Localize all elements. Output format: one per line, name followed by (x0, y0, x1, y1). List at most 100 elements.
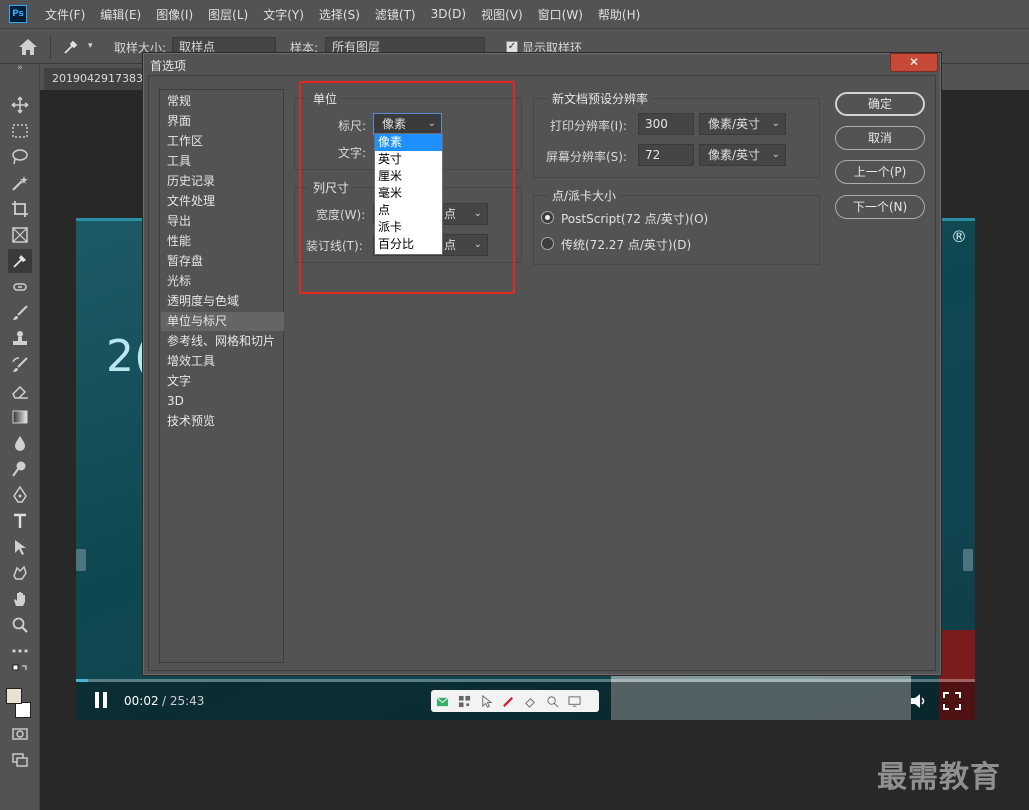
sidebar-item-general[interactable]: 常规 (161, 92, 284, 111)
sidebar-item-export[interactable]: 导出 (161, 212, 284, 231)
sidebar-item-plugins[interactable]: 增效工具 (161, 352, 284, 371)
more-tools-icon[interactable] (8, 639, 32, 663)
menu-3d[interactable]: 3D(D) (431, 7, 466, 21)
dialog-title: 首选项 (150, 59, 187, 73)
options-separator (50, 35, 51, 59)
menu-edit[interactable]: 编辑(E) (100, 6, 141, 23)
new-doc-resolution-group-label: 新文档预设分辨率 (548, 90, 653, 107)
traditional-radio[interactable] (541, 237, 554, 250)
menu-window[interactable]: 窗口(W) (538, 6, 583, 23)
hand-tool-icon[interactable] (8, 587, 32, 611)
next-button[interactable]: 下一个(N) (835, 195, 925, 219)
menu-help[interactable]: 帮助(H) (598, 6, 640, 23)
sidebar-item-workspace[interactable]: 工作区 (161, 132, 284, 151)
gradient-tool-icon[interactable] (8, 405, 32, 429)
screen-mode-icon[interactable] (8, 748, 32, 772)
brush-tool-icon[interactable] (8, 301, 32, 325)
foreground-color-swatch[interactable] (6, 688, 22, 704)
postscript-radio[interactable] (541, 211, 554, 224)
eraser-icon[interactable] (519, 692, 541, 710)
zoom-tool-icon[interactable] (8, 613, 32, 637)
healing-brush-tool-icon[interactable] (8, 275, 32, 299)
sidebar-item-history[interactable]: 历史记录 (161, 172, 284, 191)
dodge-tool-icon[interactable] (8, 457, 32, 481)
fullscreen-icon[interactable] (943, 692, 961, 710)
video-next-arrow-icon[interactable] (963, 549, 973, 571)
document-tab[interactable]: 20190429173831 (44, 68, 154, 90)
eyedropper-tool-preset-icon[interactable] (62, 38, 80, 56)
preferences-dialog: 首选项 ✕ 常规 界面 工作区 工具 历史记录 文件处理 导出 性能 暂存盘 光… (142, 52, 942, 676)
photoshop-app: Ps 文件(F) 编辑(E) 图像(I) 图层(L) 文字(Y) 选择(S) 滤… (0, 0, 1029, 810)
magic-wand-tool-icon[interactable] (8, 171, 32, 195)
history-brush-tool-icon[interactable] (8, 353, 32, 377)
home-icon[interactable] (18, 38, 38, 56)
video-current-time: 00:02 (124, 694, 159, 708)
previous-button[interactable]: 上一个(P) (835, 160, 925, 184)
cancel-button[interactable]: 取消 (835, 126, 925, 150)
traditional-radio-label[interactable]: 传统(72.27 点/英寸)(D) (561, 236, 691, 253)
swap-colors-icon[interactable] (8, 664, 32, 680)
menu-type[interactable]: 文字(Y) (263, 6, 304, 23)
print-resolution-unit-select[interactable]: 像素/英寸 ⌄ (699, 113, 786, 135)
background-color-swatch[interactable] (15, 702, 31, 718)
path-selection-tool-icon[interactable] (8, 535, 32, 559)
sidebar-item-type[interactable]: 文字 (161, 372, 284, 391)
sidebar-item-scratch-disks[interactable]: 暂存盘 (161, 252, 284, 271)
quick-mask-icon[interactable] (8, 722, 32, 746)
type-tool-icon[interactable] (8, 509, 32, 533)
sidebar-item-3d[interactable]: 3D (161, 392, 284, 411)
sidebar-item-cursors[interactable]: 光标 (161, 272, 284, 291)
sidebar-item-performance[interactable]: 性能 (161, 232, 284, 251)
eyedropper-tool-icon[interactable] (8, 249, 32, 273)
custom-shape-tool-icon[interactable] (8, 561, 32, 585)
sidebar-item-file-handling[interactable]: 文件处理 (161, 192, 284, 211)
video-controls: 00:02 / 25:43 (76, 682, 975, 720)
tools-panel: » (0, 62, 40, 810)
screen-icon[interactable] (563, 692, 585, 710)
video-prev-arrow-icon[interactable] (76, 549, 86, 571)
panel-collapse-icon[interactable]: » (8, 62, 32, 74)
crop-tool-icon[interactable] (8, 197, 32, 221)
pen-tool-icon[interactable] (8, 483, 32, 507)
video-total-time: / 25:43 (162, 694, 205, 708)
sidebar-item-interface[interactable]: 界面 (161, 112, 284, 131)
volume-icon[interactable] (909, 692, 927, 710)
menu-select[interactable]: 选择(S) (319, 6, 360, 23)
sidebar-item-transparency[interactable]: 透明度与色域 (161, 292, 284, 311)
qr-code-icon[interactable] (453, 692, 475, 710)
screen-resolution-label: 屏幕分辨率(S): (546, 150, 628, 164)
clone-stamp-tool-icon[interactable] (8, 327, 32, 351)
move-tool-icon[interactable] (8, 93, 32, 117)
print-resolution-input[interactable]: 300 (638, 113, 694, 135)
pointer-icon[interactable] (475, 692, 497, 710)
screen-resolution-input[interactable]: 72 (638, 144, 694, 166)
menu-filter[interactable]: 滤镜(T) (375, 6, 416, 23)
mail-icon[interactable] (431, 692, 453, 710)
menu-view[interactable]: 视图(V) (481, 6, 523, 23)
eraser-tool-icon[interactable] (8, 379, 32, 403)
print-resolution-label: 打印分辨率(I): (550, 119, 627, 133)
blur-tool-icon[interactable] (8, 431, 32, 455)
menu-image[interactable]: 图像(I) (156, 6, 193, 23)
close-icon[interactable]: ✕ (890, 53, 938, 72)
video-annotation-toolbar (431, 690, 599, 712)
chevron-down-icon: ⌄ (771, 118, 780, 129)
sidebar-item-tech-preview[interactable]: 技术预览 (161, 412, 284, 431)
sidebar-item-units-rulers[interactable]: 单位与标尺 (161, 312, 284, 331)
ok-button[interactable]: 确定 (835, 92, 925, 116)
menu-file[interactable]: 文件(F) (45, 6, 85, 23)
point-pica-size-group-label: 点/派卡大小 (548, 187, 621, 204)
chevron-down-icon[interactable]: ▾ (88, 41, 93, 51)
sidebar-item-guides-grid[interactable]: 参考线、网格和切片 (161, 332, 284, 351)
postscript-radio-label[interactable]: PostScript(72 点/英寸)(O) (561, 210, 708, 227)
menu-layer[interactable]: 图层(L) (208, 6, 248, 23)
frame-tool-icon[interactable] (8, 223, 32, 247)
pause-icon[interactable] (94, 692, 108, 710)
sidebar-item-tools[interactable]: 工具 (161, 152, 284, 171)
marquee-tool-icon[interactable] (8, 119, 32, 143)
pen-icon[interactable] (497, 692, 519, 710)
zoom-icon[interactable] (541, 692, 563, 710)
screen-resolution-unit-select[interactable]: 像素/英寸 ⌄ (699, 144, 786, 166)
lasso-tool-icon[interactable] (8, 145, 32, 169)
print-resolution-unit-value: 像素/英寸 (708, 117, 761, 131)
